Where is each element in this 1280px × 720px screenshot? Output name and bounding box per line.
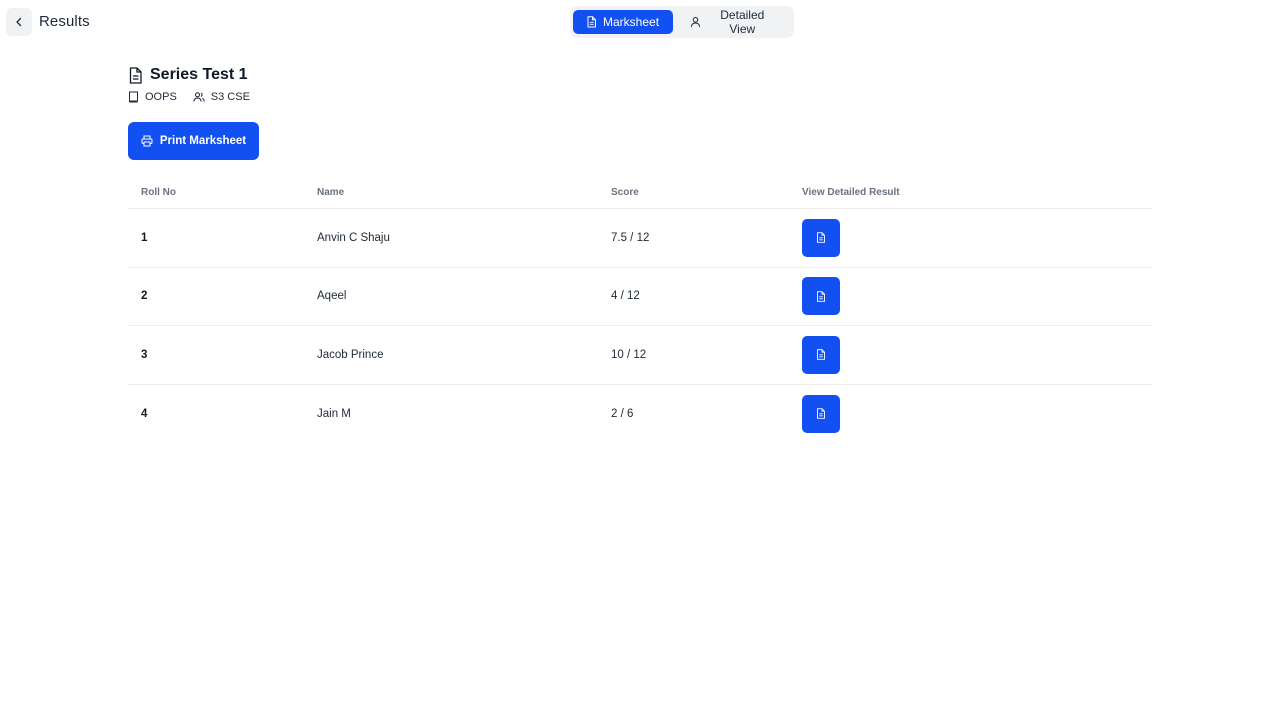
document-icon — [817, 408, 825, 419]
test-meta: OOPS S3 CSE — [128, 91, 250, 103]
name-cell: Jain M — [317, 407, 351, 420]
view-detailed-result-button[interactable] — [802, 277, 840, 316]
roll-no-cell: 3 — [141, 348, 148, 361]
column-header-name: Name — [317, 186, 345, 198]
view-toggle: Marksheet Detailed View — [570, 6, 794, 38]
top-bar: Results Marksheet Detailed View — [0, 0, 1280, 44]
tab-detailed-view[interactable]: Detailed View — [677, 8, 791, 36]
table-row: 1 Anvin C Shaju 7.5 / 12 — [128, 209, 1152, 268]
column-header-roll-no: Roll No — [141, 186, 176, 198]
column-header-view-result: View Detailed Result — [802, 186, 900, 198]
column-header-score: Score — [611, 186, 639, 198]
score-cell: 4 / 12 — [611, 290, 640, 303]
page-title: Series Test 1 — [150, 66, 248, 83]
document-icon — [817, 232, 825, 243]
view-detailed-result-button[interactable] — [802, 394, 840, 433]
score-cell: 2 / 6 — [611, 407, 634, 420]
document-icon — [817, 349, 825, 360]
view-cell — [788, 335, 840, 374]
users-icon — [193, 92, 205, 102]
print-marksheet-button[interactable]: Print Marksheet — [128, 122, 259, 160]
name-cell: Aqeel — [317, 290, 347, 303]
table-header: Roll No Name Score View Detailed Result — [128, 176, 1152, 209]
table-row: 2 Aqeel 4 / 12 — [128, 268, 1152, 326]
results-table: Roll No Name Score View Detailed Result … — [128, 176, 1152, 443]
table-row: 4 Jain M 2 / 6 — [128, 385, 1152, 444]
test-title-row: Series Test 1 — [128, 66, 248, 84]
page-header-title: Results — [39, 13, 90, 30]
book-icon — [129, 91, 138, 103]
name-cell: Jacob Prince — [317, 348, 384, 361]
tab-marksheet[interactable]: Marksheet — [573, 10, 673, 34]
chevron-left-icon — [16, 17, 22, 27]
view-cell — [788, 277, 840, 316]
table-row: 3 Jacob Prince 10 / 12 — [128, 326, 1152, 385]
view-cell — [788, 394, 840, 433]
back-button[interactable] — [6, 8, 32, 36]
view-detailed-result-button[interactable] — [802, 218, 840, 257]
name-cell: Anvin C Shaju — [317, 231, 390, 244]
user-icon — [690, 17, 700, 28]
class-label: S3 CSE — [210, 91, 250, 103]
roll-no-cell: 1 — [141, 231, 148, 244]
tab-marksheet-label: Marksheet — [603, 15, 660, 29]
roll-no-cell: 4 — [141, 407, 148, 420]
score-cell: 7.5 / 12 — [611, 231, 650, 244]
document-icon — [587, 16, 596, 28]
document-icon — [129, 66, 142, 84]
view-detailed-result-button[interactable] — [802, 335, 840, 374]
printer-icon — [141, 135, 153, 147]
subject-meta: OOPS — [128, 91, 177, 103]
score-cell: 10 / 12 — [611, 348, 647, 361]
tab-detailed-view-label: Detailed View — [720, 8, 765, 36]
class-meta: S3 CSE — [193, 91, 250, 103]
roll-no-cell: 2 — [141, 290, 148, 303]
print-marksheet-label: Print Marksheet — [159, 135, 247, 147]
document-icon — [817, 291, 825, 302]
subject-label: OOPS — [145, 91, 177, 103]
view-cell — [788, 218, 840, 257]
